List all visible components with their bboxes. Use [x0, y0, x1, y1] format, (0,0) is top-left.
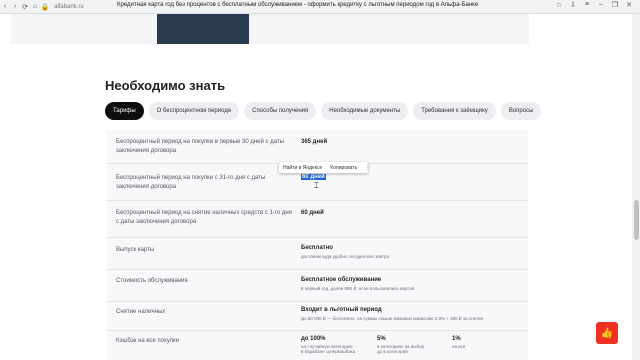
row-subtext: доставим куда удобно сегодня или завтра	[301, 254, 390, 259]
row-label: Стоимость обслуживания	[116, 278, 188, 284]
menu-icon[interactable]: ≡	[582, 1, 592, 9]
minimize-icon[interactable]: –	[596, 1, 606, 9]
address-domain[interactable]: alfabank.ru	[54, 4, 84, 10]
reload-icon[interactable]: ⟳	[20, 3, 30, 11]
table-row: Стоимость обслуживания Бесплатное обслуж…	[107, 270, 528, 301]
tab-documents[interactable]: Необходимые документы	[321, 102, 409, 120]
tab-ways-to-get[interactable]: Способы получения	[244, 102, 317, 120]
bookmark-icon[interactable]: ☆	[554, 1, 564, 9]
row-subtext: в первый год, далее 990 ₽, если пользова…	[301, 286, 414, 291]
scrollbar[interactable]	[632, 14, 640, 360]
table-row: Выпуск карты Бесплатно доставим куда удо…	[107, 238, 528, 269]
row-label: Выпуск карты	[116, 247, 155, 253]
home-icon[interactable]: ⌂	[30, 3, 40, 10]
row-value: Бесплатно	[301, 245, 333, 251]
section-tabs: Тарифы О беспроцентном периоде Способы п…	[105, 102, 542, 120]
row-subtext: До 50 000 ₽ — бесплатно, на суммы свыше …	[301, 316, 484, 321]
cashback-sub: на всё	[452, 344, 466, 349]
table-row: Беспроцентный период на покупки в первые…	[107, 130, 528, 163]
download-icon[interactable]: ⇩	[568, 1, 578, 9]
tab-questions[interactable]: Вопросы	[500, 102, 542, 120]
row-value: Входит в льготный период	[301, 307, 382, 313]
page-title-tab: Кредитная карта год без процентов с бесп…	[117, 2, 479, 8]
scrollbar-thumb[interactable]	[634, 200, 639, 240]
forward-icon[interactable]: ›	[10, 3, 20, 10]
more-icon[interactable]: ⋮	[361, 165, 374, 171]
row-label: Беспроцентный период на покупки в первые…	[116, 139, 284, 154]
copy-item[interactable]: Копировать	[326, 165, 361, 171]
cashback-col: до 100% на случайную категорию в барабан…	[301, 336, 355, 354]
banner-image	[157, 14, 249, 44]
cashback-value: до 100%	[301, 336, 326, 342]
tab-tariffs[interactable]: Тарифы	[105, 102, 144, 120]
row-value: 365 дней	[301, 139, 328, 145]
cashback-sub: до 5 категорий	[377, 349, 408, 354]
selection-context-menu: Найти в Яндексе Копировать ⋮	[279, 162, 370, 173]
lock-icon: 🔒	[40, 3, 50, 11]
restore-icon[interactable]: ❐	[610, 1, 620, 9]
cashback-sub: в барабане суперкэшбэка	[301, 349, 356, 354]
section-title: Необходимо знать	[105, 78, 226, 93]
row-value: 60 дней	[301, 174, 326, 180]
tab-requirements[interactable]: Требования к заёмщику	[413, 102, 496, 120]
search-yandex-item[interactable]: Найти в Яндексе	[279, 165, 326, 171]
cashback-col: 1% на всё	[452, 336, 465, 349]
table-row: Беспроцентный период на снятие наличных …	[107, 201, 528, 237]
row-label: Кэшбэк на все покупки	[116, 338, 180, 344]
table-row: Снятие наличных Входит в льготный период…	[107, 302, 528, 330]
text-cursor-icon: ⌶	[314, 181, 319, 190]
thumb-up-icon[interactable]: 👍	[596, 322, 618, 344]
top-banner	[11, 14, 529, 44]
selected-text[interactable]: 60 дней	[301, 174, 326, 180]
row-label: Беспроцентный период на покупки с 31-го …	[116, 175, 266, 190]
row-value: 60 дней	[301, 210, 324, 216]
cashback-col: 5% в категориях на выбор до 5 категорий	[377, 336, 424, 354]
cashback-value: 5%	[377, 336, 386, 342]
row-label: Снятие наличных	[116, 309, 166, 315]
browser-toolbar: ‹ › ⟳ ⌂ 🔒 alfabank.ru Кредитная карта го…	[0, 0, 640, 14]
tab-interest-free[interactable]: О беспроцентном периоде	[148, 102, 240, 120]
row-label: Беспроцентный период на снятие наличных …	[116, 210, 292, 225]
row-value: Бесплатное обслуживание	[301, 277, 382, 283]
table-row: Кэшбэк на все покупки до 100% на случайн…	[107, 331, 528, 360]
close-icon[interactable]: ✕	[624, 1, 634, 9]
cashback-value: 1%	[452, 336, 461, 342]
back-icon[interactable]: ‹	[0, 3, 10, 10]
